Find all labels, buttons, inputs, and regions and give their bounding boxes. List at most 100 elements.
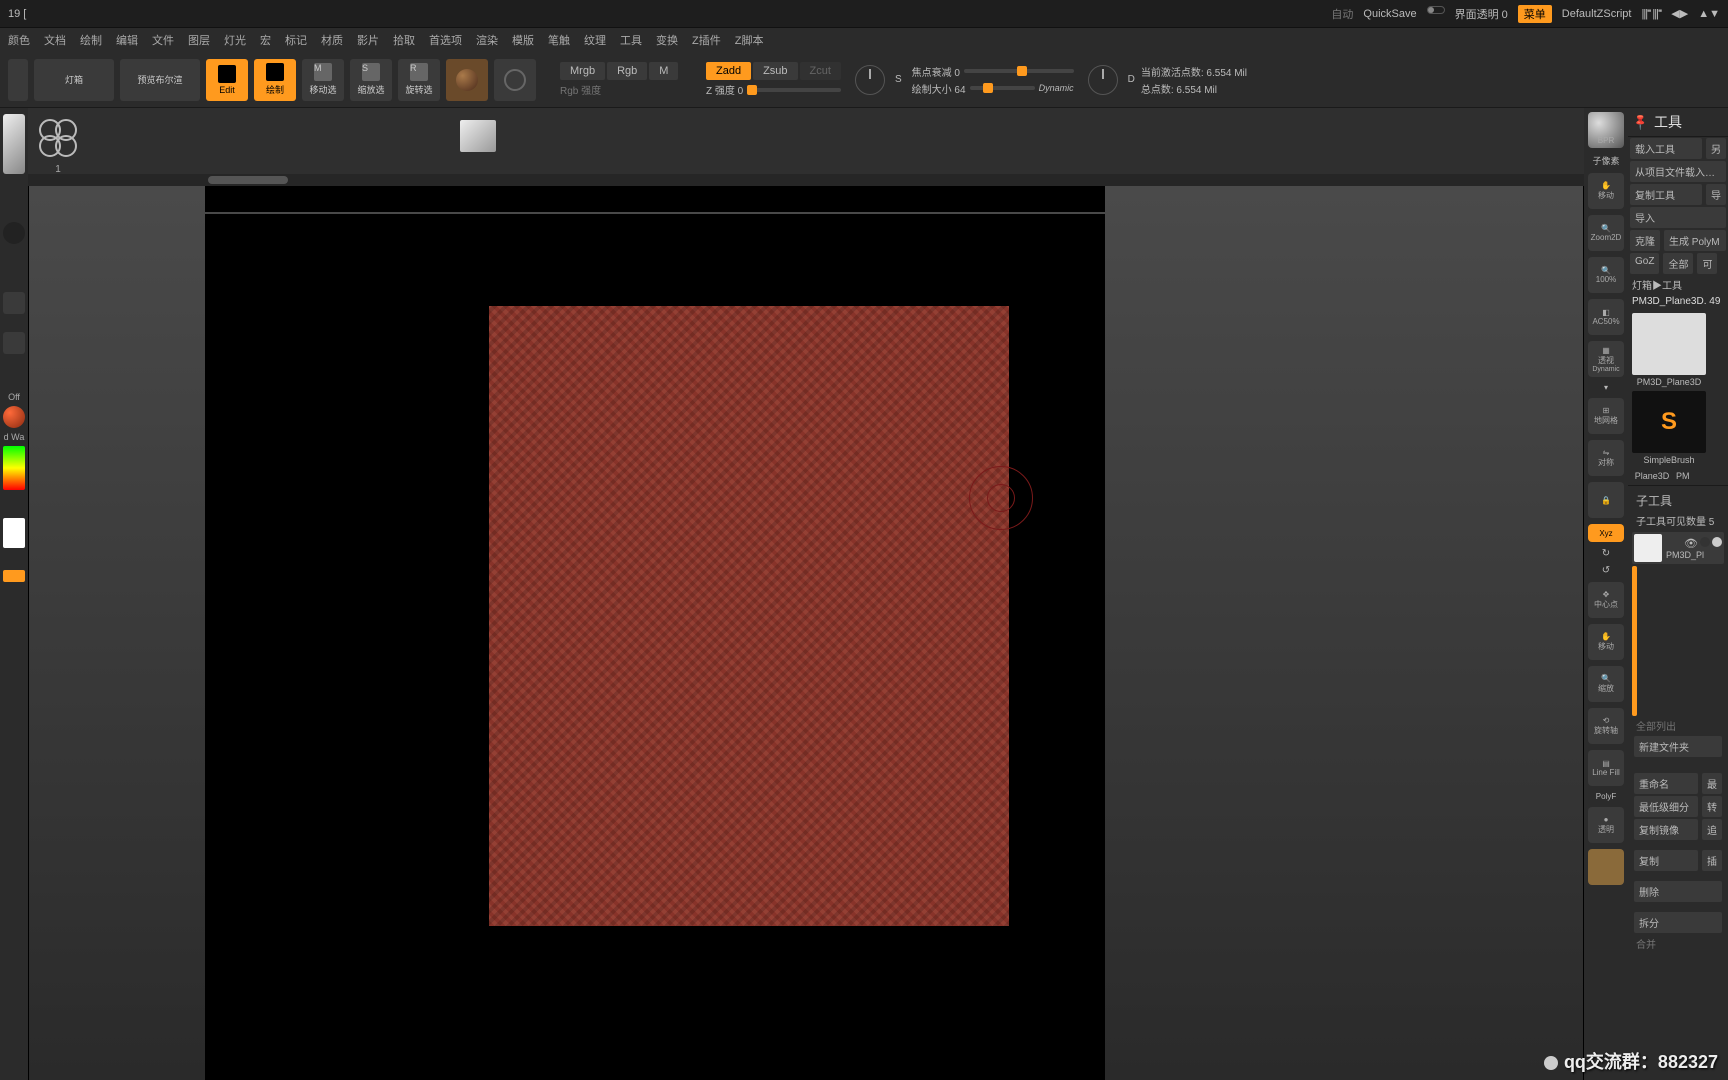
menu-stencil[interactable]: 模版 — [512, 32, 534, 48]
goz-button[interactable]: GoZ — [1630, 253, 1659, 274]
brush-thumb[interactable] — [3, 114, 25, 174]
pin-icon[interactable]: 📌 — [1631, 112, 1651, 132]
ghost-button[interactable] — [1588, 849, 1624, 885]
subpix-label[interactable]: 子像素 — [1592, 154, 1619, 167]
tool-thumb-current[interactable]: PM3D_Plane3D — [1632, 313, 1706, 387]
menu-file[interactable]: 文件 — [152, 32, 174, 48]
quicksave-button[interactable]: QuickSave — [1363, 8, 1416, 20]
color-picker[interactable] — [3, 446, 25, 490]
doc-scrollbar-h[interactable] — [28, 174, 1584, 186]
material-sphere[interactable] — [3, 406, 25, 428]
floor-button[interactable]: ⊞地网格 — [1588, 398, 1624, 434]
vis-b[interactable] — [1712, 537, 1722, 547]
merge-label[interactable]: 合并 — [1632, 934, 1724, 953]
goz-all-button[interactable]: 全部 — [1663, 253, 1693, 274]
duplicate-button[interactable]: 复制 — [1634, 850, 1698, 871]
menu-texture[interactable]: 纹理 — [584, 32, 606, 48]
ui-transparency[interactable]: 界面透明 0 — [1455, 6, 1508, 22]
rotate-mode-button[interactable]: R旋转选 — [398, 59, 440, 101]
arrow-up-icon[interactable]: ▲▼ — [1698, 8, 1720, 20]
m-mode[interactable]: M — [649, 62, 678, 80]
import-button[interactable]: 导入 — [1630, 207, 1726, 228]
new-folder-button[interactable]: 新建文件夹 — [1634, 736, 1722, 757]
gizmo-button[interactable] — [446, 59, 488, 101]
fit-button[interactable]: 🔍100% — [1588, 257, 1624, 293]
rotcam-button[interactable]: ⟲旋转轴 — [1588, 708, 1624, 744]
menu-macro[interactable]: 宏 — [260, 32, 271, 48]
menu-edit[interactable]: 编辑 — [116, 32, 138, 48]
delete-button[interactable]: 删除 — [1634, 881, 1722, 902]
current-color[interactable] — [3, 518, 25, 548]
zsub-mode[interactable]: Zsub — [753, 62, 797, 80]
move-mode-button[interactable]: M移动选 — [302, 59, 344, 101]
movecam-button[interactable]: ✋移动 — [1588, 624, 1624, 660]
zadd-mode[interactable]: Zadd — [706, 62, 751, 80]
eye-icon[interactable]: 👁 — [1684, 537, 1698, 550]
menu-document[interactable]: 文档 — [44, 32, 66, 48]
quicksave-toggle-icon[interactable] — [1427, 6, 1445, 14]
lightbox-button[interactable]: 灯箱 — [34, 59, 114, 101]
scale-mode-button[interactable]: S缩放选 — [350, 59, 392, 101]
split-button[interactable]: 拆分 — [1634, 912, 1722, 933]
sculptris-button[interactable] — [494, 59, 536, 101]
duplicate2-button[interactable]: 插 — [1702, 850, 1722, 871]
scalecam-button[interactable]: 🔍缩放 — [1588, 666, 1624, 702]
polyf-label[interactable]: PolyF — [1596, 792, 1616, 801]
draw-size-slider[interactable] — [970, 86, 1035, 90]
rot-y-icon[interactable]: ↺ — [1602, 565, 1610, 576]
goz-visible-button[interactable]: 可 — [1697, 253, 1717, 274]
make-polymesh-button[interactable]: 生成 PolyM — [1664, 230, 1726, 251]
lock-button[interactable]: 🔒 — [1588, 482, 1624, 518]
menu-movie[interactable]: 影片 — [357, 32, 379, 48]
clone-button[interactable]: 克隆 — [1630, 230, 1660, 251]
sym-button[interactable]: ⇋对称 — [1588, 440, 1624, 476]
load-tool-button[interactable]: 载入工具 — [1630, 138, 1702, 159]
menu-layer[interactable]: 图层 — [188, 32, 210, 48]
preview-boolean-button[interactable]: 预览布尔渲 — [120, 59, 200, 101]
z-intensity-slider[interactable] — [747, 88, 841, 92]
stroke-thumb[interactable] — [3, 292, 25, 314]
load-from-project-button[interactable]: 从项目文件载入工具 — [1630, 161, 1726, 182]
canvas[interactable] — [28, 186, 1584, 1080]
rot-x-icon[interactable]: ↻ — [1602, 548, 1610, 559]
rgb-mode[interactable]: Rgb — [607, 62, 647, 80]
dup-mirror2-button[interactable]: 追 — [1702, 819, 1722, 840]
menu-material[interactable]: 材质 — [321, 32, 343, 48]
alpha-preview[interactable] — [34, 114, 82, 162]
shelf-empty[interactable] — [8, 59, 28, 101]
subtool-item[interactable]: 👁 PM3D_Pl — [1632, 532, 1724, 564]
vis-a[interactable] — [1700, 537, 1710, 547]
bpr-button[interactable]: BPR — [1588, 112, 1624, 148]
focal-shift-slider[interactable] — [964, 69, 1074, 73]
dot-icon[interactable] — [3, 222, 25, 244]
tool-thumb-simple[interactable]: S SimpleBrush — [1632, 391, 1706, 465]
switch-color[interactable] — [3, 570, 25, 582]
center-button[interactable]: ✥中心点 — [1588, 582, 1624, 618]
expand-icon[interactable]: ▾ — [1604, 383, 1608, 392]
transp-button[interactable]: ●透明 — [1588, 807, 1624, 843]
export-button[interactable]: 导 — [1706, 184, 1726, 205]
draw-mode-button[interactable]: 绘制 — [254, 59, 296, 101]
alpha-thumb[interactable] — [3, 332, 25, 354]
menu-zplugin[interactable]: Z插件 — [692, 32, 721, 48]
menu-picker[interactable]: 拾取 — [393, 32, 415, 48]
menu-stroke[interactable]: 笔触 — [548, 32, 570, 48]
half-button[interactable]: ◧AC50% — [1588, 299, 1624, 335]
menu-button[interactable]: 菜单 — [1518, 5, 1552, 23]
arrow-left-icon[interactable]: ◀▶ — [1671, 7, 1688, 20]
zoom2d-button[interactable]: 🔍Zoom2D — [1588, 215, 1624, 251]
menu-transform[interactable]: 变换 — [656, 32, 678, 48]
edit-mode-button[interactable]: Edit — [206, 59, 248, 101]
menu-draw[interactable]: 绘制 — [80, 32, 102, 48]
copy-tool-button[interactable]: 复制工具 — [1630, 184, 1702, 205]
menu-light[interactable]: 灯光 — [224, 32, 246, 48]
rename-button[interactable]: 重命名 — [1634, 773, 1698, 794]
dup-mirror-button[interactable]: 复制镜像 — [1634, 819, 1698, 840]
menu-marker[interactable]: 标记 — [285, 32, 307, 48]
tool-thumb-plane[interactable]: Plane3D — [1632, 469, 1672, 481]
list-all[interactable]: 全部列出 — [1632, 716, 1724, 735]
lightbox-tool[interactable]: 灯箱▶工具 — [1628, 275, 1728, 294]
dynamic-toggle[interactable]: Dynamic — [1039, 83, 1074, 93]
xyz-button[interactable]: Xyz — [1588, 524, 1624, 542]
stroke-dial-s[interactable] — [855, 65, 885, 95]
